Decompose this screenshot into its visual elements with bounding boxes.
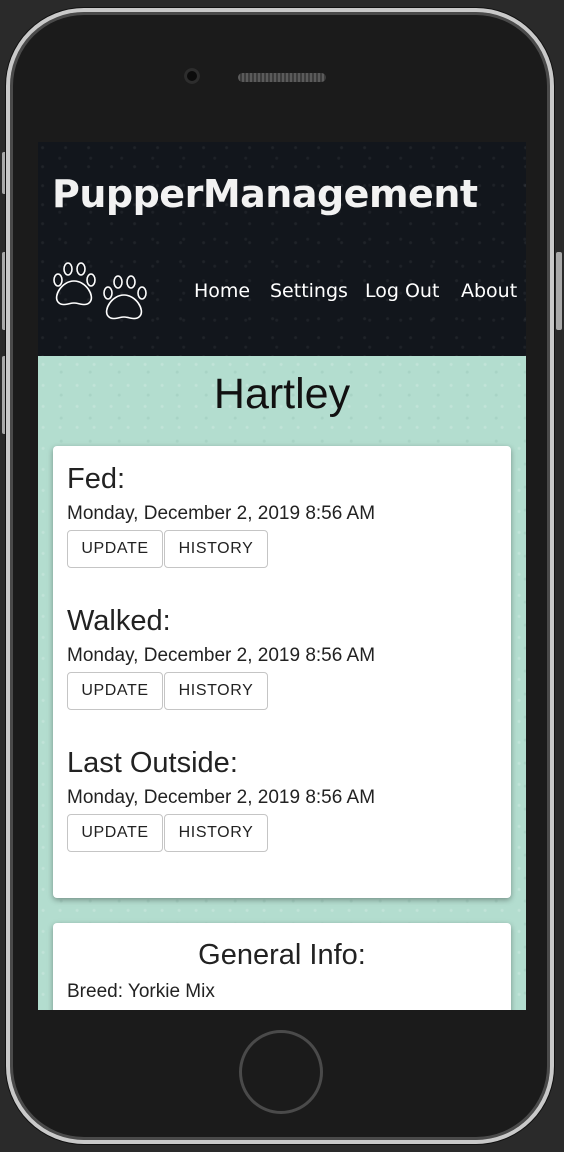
history-button[interactable]: HISTORY [164, 672, 268, 710]
entry-label: Fed: [67, 463, 126, 495]
history-button[interactable]: HISTORY [164, 814, 268, 852]
update-button[interactable]: UPDATE [67, 814, 163, 852]
nav-log-out[interactable]: Log Out [365, 280, 439, 302]
status-entry-last-outside: Last Outside: Monday, December 2, 2019 8… [67, 746, 375, 852]
paw-prints-icon[interactable] [50, 260, 158, 326]
power-button [556, 252, 562, 330]
status-card: Fed: Monday, December 2, 2019 8:56 AM UP… [53, 446, 511, 898]
entry-actions: UPDATE HISTORY [67, 530, 375, 568]
status-entry-walked: Walked: Monday, December 2, 2019 8:56 AM… [67, 604, 375, 710]
entry-timestamp: Monday, December 2, 2019 8:56 AM [67, 787, 376, 808]
update-button[interactable]: UPDATE [67, 672, 163, 710]
update-button[interactable]: UPDATE [67, 530, 163, 568]
front-camera [184, 68, 200, 84]
entry-label: Walked: [67, 605, 171, 637]
device-background: PupperManagement Home Settings Log Out A… [0, 0, 564, 1152]
entry-timestamp: Monday, December 2, 2019 8:56 AM [67, 645, 376, 666]
entry-timestamp: Monday, December 2, 2019 8:56 AM [67, 503, 376, 524]
nav-settings[interactable]: Settings [270, 280, 348, 302]
entry-actions: UPDATE HISTORY [67, 814, 375, 852]
main-content: Hartley Fed: Monday, December 2, 2019 8:… [38, 356, 526, 1010]
site-header: PupperManagement Home Settings Log Out A… [38, 142, 526, 356]
brand-title: PupperManagement [52, 172, 478, 216]
status-entry-fed: Fed: Monday, December 2, 2019 8:56 AM UP… [67, 462, 375, 568]
dog-name-heading: Hartley [213, 370, 351, 418]
earpiece-speaker [238, 73, 326, 82]
history-button[interactable]: HISTORY [164, 530, 268, 568]
general-info-card: General Info: Breed: Yorkie Mix [53, 923, 511, 1010]
general-info-title: General Info: [198, 939, 366, 971]
entry-actions: UPDATE HISTORY [67, 672, 375, 710]
home-button[interactable] [239, 1030, 323, 1114]
nav-home[interactable]: Home [194, 280, 250, 302]
phone-screen: PupperManagement Home Settings Log Out A… [38, 142, 526, 1010]
nav-about[interactable]: About [461, 280, 517, 302]
entry-label: Last Outside: [67, 747, 238, 779]
breed-info: Breed: Yorkie Mix [67, 981, 215, 1002]
